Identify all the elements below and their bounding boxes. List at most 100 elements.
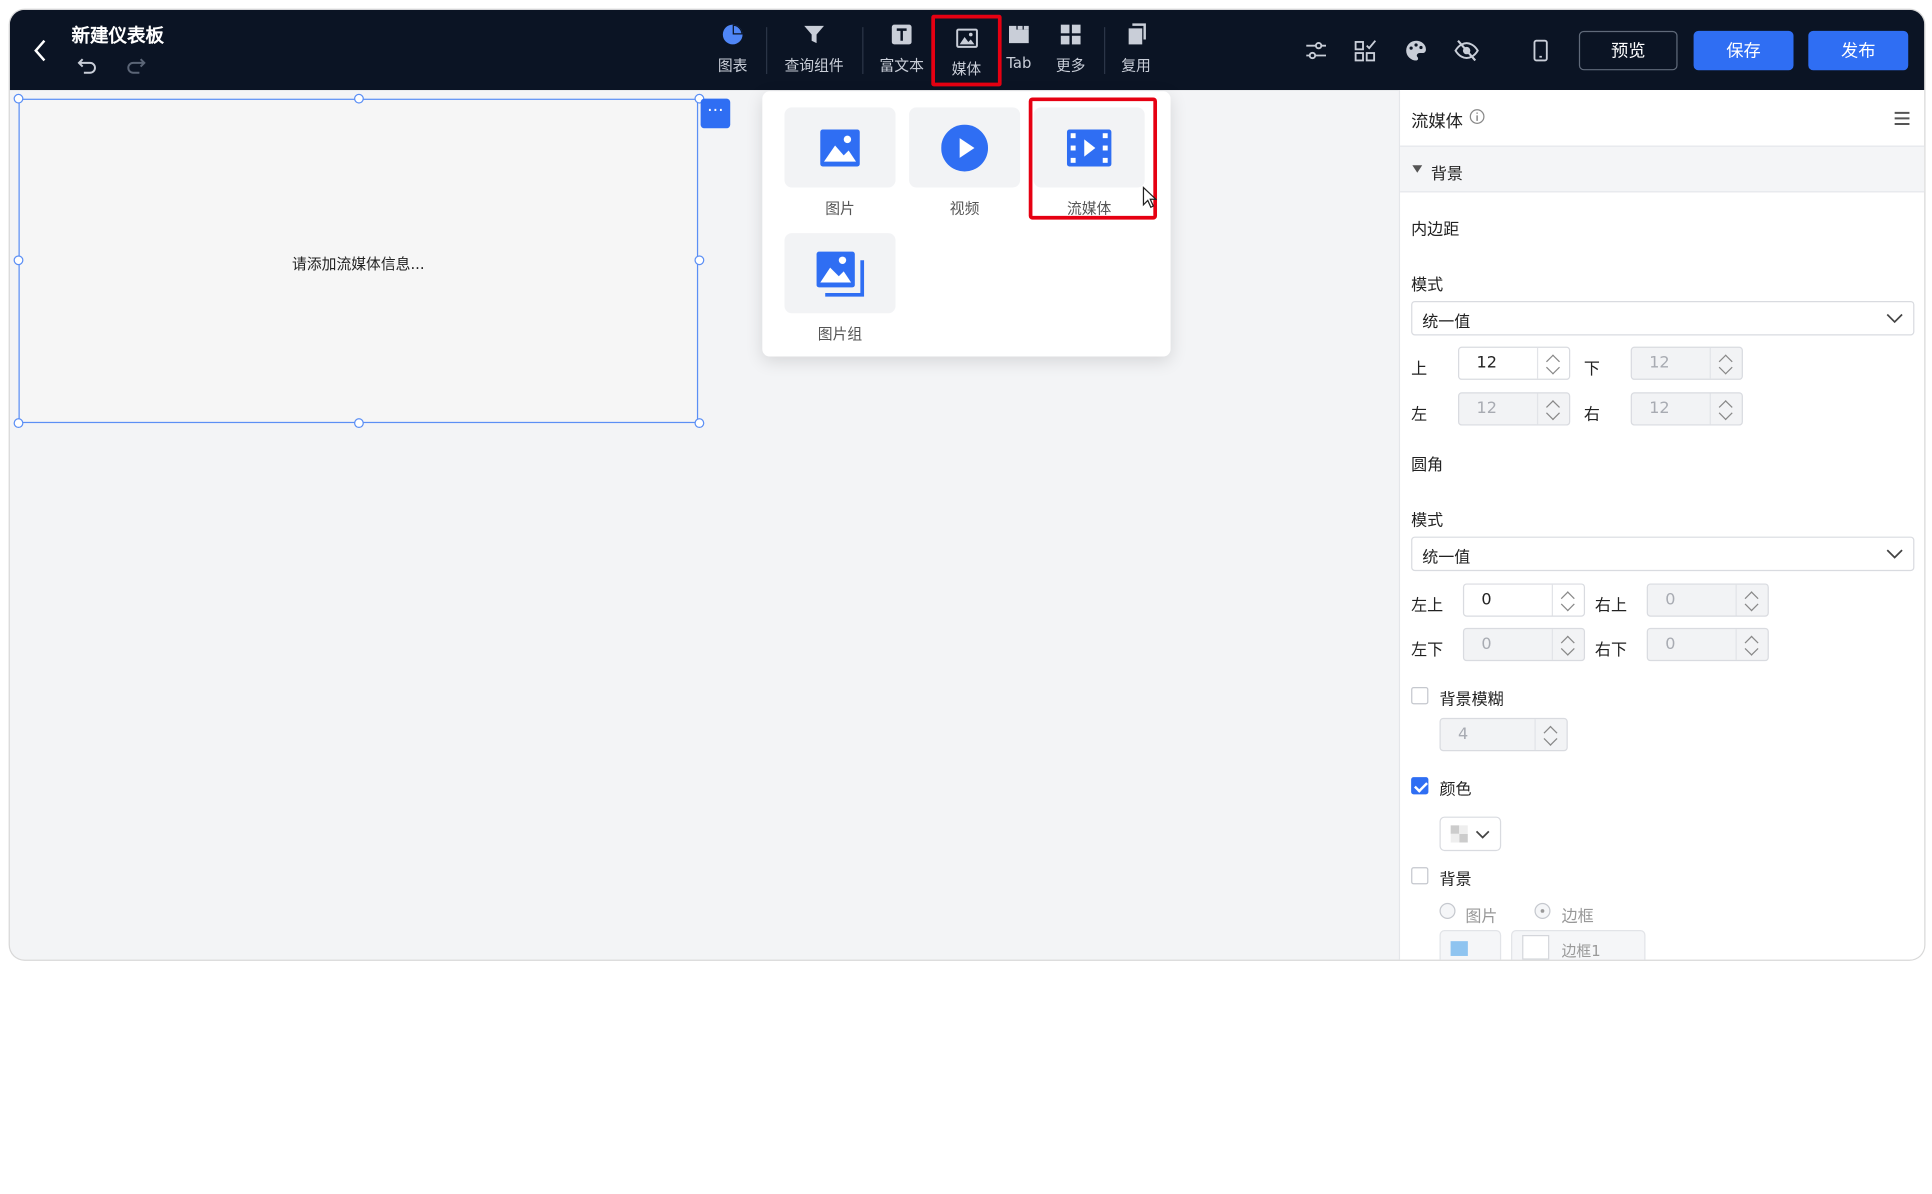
stepper	[1551, 629, 1584, 660]
padding-bottom-input: 12	[1630, 346, 1743, 380]
redo-icon[interactable]	[125, 54, 147, 76]
layout-check-icon[interactable]	[1352, 37, 1379, 64]
radius-tl-label: 左上	[1411, 597, 1444, 616]
radius-mode-select[interactable]: 统一值	[1411, 536, 1915, 572]
divider	[862, 27, 864, 75]
pie-chart-icon	[722, 24, 743, 45]
input-value: 12	[1476, 354, 1497, 373]
resize-handle[interactable]	[694, 418, 705, 429]
blur-label: 背景模糊	[1439, 690, 1504, 710]
publish-button[interactable]: 发布	[1808, 30, 1909, 71]
input-value: 12	[1476, 399, 1497, 419]
stepper	[1735, 629, 1768, 660]
filter-icon	[804, 25, 824, 44]
padding-right-input: 12	[1630, 392, 1743, 426]
undo-icon[interactable]	[76, 54, 98, 76]
blur-input: 4	[1439, 717, 1568, 752]
input-value: 0	[1481, 635, 1492, 654]
divider	[1103, 27, 1106, 75]
info-icon[interactable]	[1469, 109, 1485, 125]
background-checkbox[interactable]	[1411, 867, 1429, 885]
save-button[interactable]: 保存	[1693, 30, 1794, 71]
padding-mode-select[interactable]: 统一值	[1411, 300, 1915, 336]
radius-tr-label: 右上	[1594, 597, 1628, 616]
image-group-icon	[816, 251, 865, 297]
background-color-picker	[1439, 930, 1502, 960]
padding-left-label: 左	[1411, 405, 1428, 425]
media-item-label: 图片组	[817, 325, 863, 343]
sliders-icon[interactable]	[1303, 37, 1330, 64]
input-value: 0	[1665, 635, 1676, 654]
radius-bl-input: 0	[1462, 627, 1586, 662]
stepper	[1709, 347, 1742, 379]
chevron-down-icon	[1886, 549, 1903, 559]
stepper[interactable]	[1536, 347, 1569, 379]
tool-richtext[interactable]: 富文本	[877, 22, 926, 81]
color-swatch	[1450, 941, 1468, 956]
padding-top-input[interactable]: 12	[1457, 346, 1571, 380]
tool-media[interactable]: 媒体	[931, 14, 1002, 87]
resize-handle[interactable]	[694, 255, 705, 266]
properties-panel: 流媒体 背景 内边距 模式 统一值 上 12 下 12 左 12 右 12 圆角…	[1398, 90, 1925, 960]
resize-handle[interactable]	[13, 418, 24, 429]
resize-handle[interactable]	[13, 255, 24, 266]
palette-icon[interactable]	[1402, 37, 1429, 64]
padding-left-input: 12	[1457, 392, 1571, 426]
stepper	[1709, 393, 1742, 425]
padding-label: 内边距	[1411, 220, 1460, 240]
streaming-media-widget[interactable]: 请添加流媒体信息...	[18, 98, 699, 424]
color-picker[interactable]	[1439, 816, 1502, 852]
media-item-video[interactable]: 视频	[909, 107, 1021, 218]
tool-tab[interactable]: Tab	[1004, 22, 1034, 81]
background-border-radio	[1534, 902, 1551, 919]
color-checkbox[interactable]	[1411, 777, 1429, 795]
media-item-image-group[interactable]: 图片组	[784, 233, 896, 344]
tool-query[interactable]: 查询组件	[781, 22, 848, 81]
caret-down-icon	[1412, 165, 1423, 173]
back-arrow-icon[interactable]	[30, 37, 52, 64]
resize-handle[interactable]	[354, 418, 364, 429]
media-item-box	[909, 107, 1021, 188]
radius-tl-input[interactable]: 0	[1462, 583, 1586, 617]
resize-handle[interactable]	[13, 93, 24, 104]
highlight-box	[1028, 97, 1158, 220]
padding-right-label: 右	[1583, 405, 1600, 425]
input-value: 12	[1649, 399, 1670, 419]
top-bar: 新建仪表板 图表 查询组件 富文本 媒体 Tab 更多 复用 预览 保存 发布	[9, 9, 1925, 91]
stepper	[1536, 393, 1569, 425]
widget-more-button[interactable]: ···	[700, 98, 731, 129]
app-window: 新建仪表板 图表 查询组件 富文本 媒体 Tab 更多 复用 预览 保存 发布 …	[9, 9, 1925, 960]
mobile-icon[interactable]	[1527, 37, 1554, 64]
background-image-radio	[1439, 902, 1456, 919]
transparent-swatch-icon	[1450, 825, 1468, 843]
section-background[interactable]: 背景	[1400, 145, 1925, 193]
radio-label: 图片	[1465, 907, 1498, 927]
media-item-label: 视频	[949, 199, 980, 218]
input-value: 4	[1457, 725, 1469, 744]
divider	[766, 27, 768, 75]
tool-label: 复用	[1121, 56, 1151, 75]
tool-reuse[interactable]: 复用	[1119, 22, 1154, 81]
preview-button[interactable]: 预览	[1578, 30, 1678, 71]
eye-off-icon[interactable]	[1453, 37, 1480, 64]
list-icon[interactable]	[1893, 111, 1910, 126]
select-value: 统一值	[1422, 313, 1471, 332]
tab-icon	[1009, 25, 1029, 44]
tool-more[interactable]: 更多	[1055, 22, 1087, 81]
padding-bottom-label: 下	[1583, 360, 1600, 379]
border-style-select: 边框1	[1511, 930, 1646, 960]
stepper[interactable]	[1551, 584, 1584, 616]
select-value: 边框1	[1561, 942, 1601, 960]
tool-label: 富文本	[879, 56, 924, 75]
resize-handle[interactable]	[354, 93, 364, 104]
tool-chart[interactable]: 图表	[713, 22, 752, 81]
blur-checkbox[interactable]	[1411, 687, 1429, 705]
chevron-down-icon	[1886, 313, 1903, 324]
background-label: 背景	[1439, 870, 1472, 890]
padding-top-label: 上	[1411, 360, 1428, 379]
radius-br-input: 0	[1646, 627, 1769, 662]
grid-icon	[1060, 24, 1081, 45]
media-item-image[interactable]: 图片	[784, 107, 896, 218]
text-icon	[891, 24, 912, 45]
section-label: 背景	[1430, 165, 1463, 184]
